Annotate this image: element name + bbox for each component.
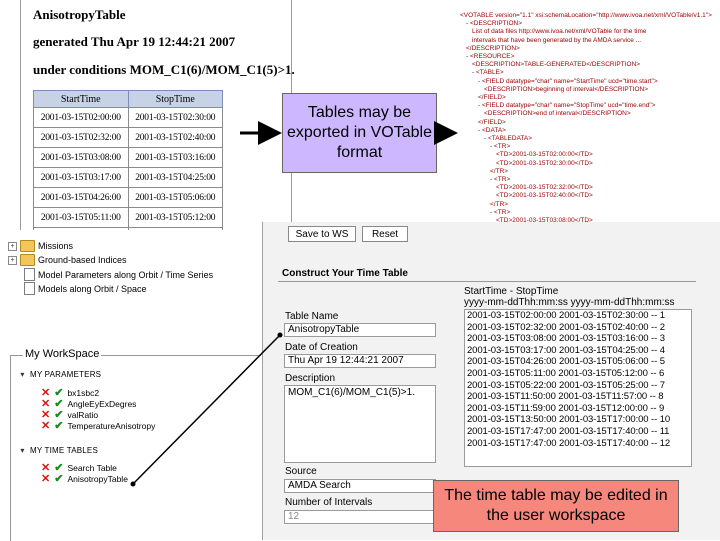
link-dot [277,332,283,338]
link-dot [130,481,136,487]
link-line [132,334,281,485]
arrows-overlay [130,121,458,487]
